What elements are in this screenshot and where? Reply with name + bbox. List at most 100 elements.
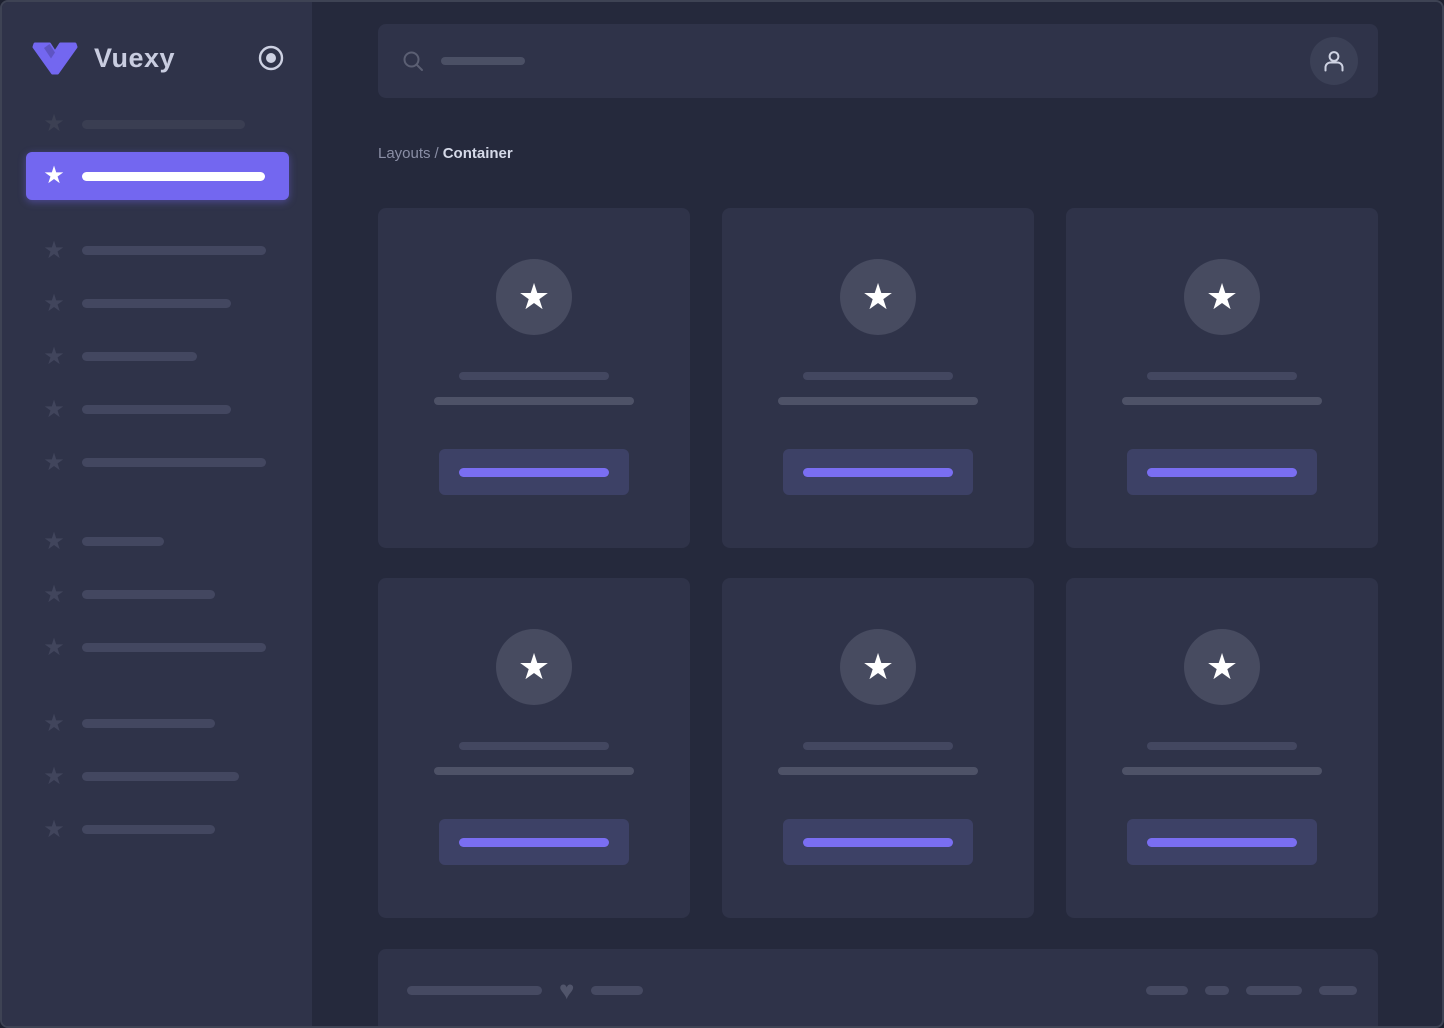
sidebar-item-bar	[82, 537, 164, 546]
sidebar-item-bar	[82, 352, 197, 361]
sidebar-item-bar	[82, 171, 265, 181]
sidebar-item-bar	[82, 719, 215, 728]
star-icon: ★	[43, 289, 65, 317]
sidebar-item[interactable]: ★	[2, 697, 312, 750]
sidebar-section: ★ ★ ★	[2, 697, 312, 856]
user-icon	[1324, 51, 1344, 72]
card-line-1	[1147, 372, 1297, 380]
sidebar-pin-toggle[interactable]	[257, 44, 285, 72]
card-button-bar	[803, 467, 953, 477]
sidebar-item-bar	[82, 119, 245, 129]
sidebar-item-bar	[82, 643, 266, 652]
star-icon: ★	[43, 709, 65, 737]
sidebar-item[interactable]: ★	[2, 750, 312, 803]
star-icon: ★	[43, 633, 65, 661]
breadcrumb-link-layouts[interactable]: Layouts	[378, 145, 431, 162]
sidebar-section: ★ ★ ★	[2, 515, 312, 674]
star-icon: ★	[43, 342, 65, 370]
card-button-bar	[1147, 467, 1297, 477]
sidebar-item[interactable]: ★	[2, 803, 312, 856]
star-icon: ★	[517, 646, 551, 687]
card-line-2	[434, 397, 634, 405]
sidebar-item[interactable]: ★	[2, 98, 312, 150]
sidebar-item-bar	[82, 772, 239, 781]
sidebar-item[interactable]: ★	[2, 330, 312, 383]
footer-action-bar	[1246, 985, 1302, 995]
card-button[interactable]	[439, 819, 629, 865]
card-button[interactable]	[783, 449, 973, 495]
breadcrumb-current: Container	[442, 145, 513, 162]
card-avatar: ★	[496, 629, 572, 705]
card-button-bar	[459, 467, 609, 477]
sidebar-item-active[interactable]: ★	[26, 152, 289, 200]
card-button[interactable]	[439, 449, 629, 495]
footer-skeleton-bar	[591, 985, 644, 995]
sidebar-section: ★ ★ ★ ★ ★	[2, 224, 312, 489]
sidebar-item[interactable]: ★	[2, 224, 312, 277]
card-button[interactable]	[1127, 449, 1317, 495]
card-avatar: ★	[1184, 259, 1260, 335]
card-line-2	[778, 397, 978, 405]
card-button-bar	[459, 837, 609, 847]
card-button-bar	[803, 837, 953, 847]
sidebar: Vuexy ★ ★ ★ ★ ★ ★ ★ ★ ★ ★ ★ ★ ★	[2, 2, 312, 1026]
sidebar-item-bar	[82, 458, 266, 467]
card-line-2	[434, 767, 634, 775]
sidebar-item[interactable]: ★	[2, 277, 312, 330]
star-icon: ★	[517, 276, 551, 317]
sidebar-item-bar	[82, 825, 215, 834]
star-icon: ★	[43, 110, 65, 137]
star-icon: ★	[43, 527, 65, 555]
card-line-2	[778, 767, 978, 775]
heart-icon[interactable]: ♥	[559, 977, 574, 1003]
card-line-1	[803, 372, 953, 380]
card: ★	[722, 578, 1034, 918]
main-area: Layouts / Container ★ ★ ★ ★ ★ ★ ♥	[312, 2, 1442, 1026]
app-frame: Vuexy ★ ★ ★ ★ ★ ★ ★ ★ ★ ★ ★ ★ ★ Layouts …	[0, 0, 1444, 1028]
card-line-2	[1122, 397, 1322, 405]
sidebar-item[interactable]: ★	[2, 621, 312, 674]
star-icon: ★	[861, 276, 895, 317]
breadcrumb-separator: /	[434, 145, 439, 162]
card: ★	[1066, 208, 1378, 548]
footer-action-bar	[1146, 985, 1188, 995]
footer-card: ♥	[378, 949, 1378, 1026]
sidebar-item[interactable]: ★	[2, 515, 312, 568]
breadcrumb: Layouts / Container	[378, 145, 1378, 162]
card-avatar: ★	[840, 629, 916, 705]
star-icon: ★	[43, 162, 65, 189]
card-line-1	[803, 742, 953, 750]
star-icon: ★	[43, 236, 65, 264]
star-icon: ★	[43, 762, 65, 790]
brand-name: Vuexy	[94, 42, 176, 73]
search-input[interactable]	[402, 24, 1310, 98]
star-icon: ★	[43, 448, 65, 476]
sidebar-item[interactable]: ★	[2, 436, 312, 489]
card-line-2	[1122, 767, 1322, 775]
card: ★	[378, 578, 690, 918]
footer-actions	[1146, 985, 1357, 995]
footer-skeleton-bar	[407, 985, 542, 995]
card-button[interactable]	[1127, 819, 1317, 865]
card-button[interactable]	[783, 819, 973, 865]
sidebar-nav: ★ ★ ★ ★ ★ ★ ★ ★ ★ ★ ★ ★ ★	[2, 98, 312, 856]
card-line-1	[1147, 742, 1297, 750]
sidebar-item[interactable]: ★	[2, 568, 312, 621]
search-icon	[403, 51, 423, 71]
radio-circle-icon	[258, 45, 284, 71]
sidebar-item-bar	[82, 299, 231, 308]
footer-action-bar	[1319, 985, 1357, 995]
sidebar-item-bar	[82, 590, 215, 599]
card: ★	[1066, 578, 1378, 918]
user-avatar-button[interactable]	[1310, 37, 1358, 85]
sidebar-item-bar	[82, 405, 231, 414]
cards-grid: ★ ★ ★ ★ ★ ★	[378, 208, 1378, 918]
footer-action-bar	[1205, 985, 1229, 995]
sidebar-item[interactable]: ★	[2, 383, 312, 436]
footer-row: ♥	[407, 977, 1357, 1003]
card: ★	[722, 208, 1034, 548]
star-icon: ★	[1205, 646, 1239, 687]
card-line-1	[459, 742, 609, 750]
card: ★	[378, 208, 690, 548]
card-avatar: ★	[1184, 629, 1260, 705]
